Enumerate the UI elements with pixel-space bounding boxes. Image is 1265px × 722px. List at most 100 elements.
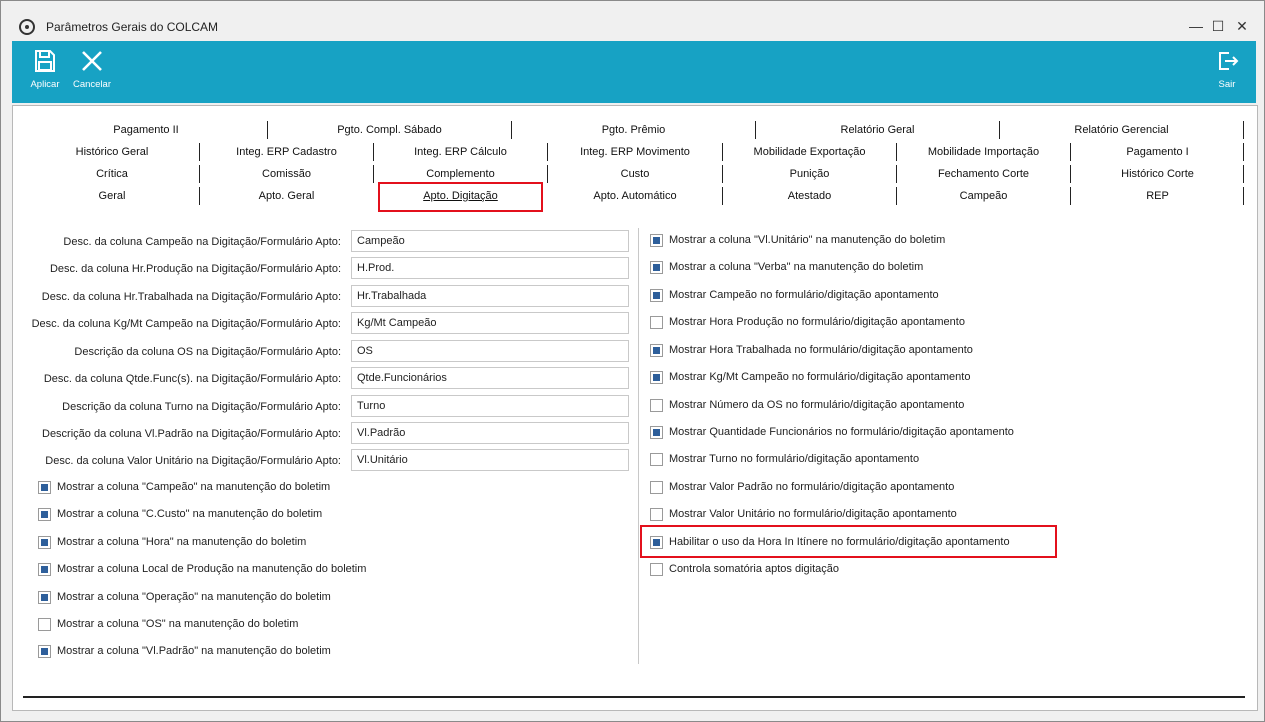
- highlight-box-active-tab: [378, 182, 543, 212]
- exit-button[interactable]: Sair: [1202, 47, 1252, 99]
- checkbox[interactable]: [650, 260, 663, 274]
- tab-punicao[interactable]: Punição: [723, 164, 896, 184]
- checkbox-label: Mostrar a coluna "C.Custo" na manutenção…: [57, 508, 323, 521]
- checkbox-row[interactable]: Mostrar Hora Produção no formulário/digi…: [650, 315, 965, 331]
- checkbox[interactable]: [650, 398, 663, 412]
- checkbox-row[interactable]: Mostrar a coluna "Hora" na manutenção do…: [38, 535, 306, 551]
- checkbox-row[interactable]: Mostrar Número da OS no formulário/digit…: [650, 398, 964, 414]
- tab-historico-geral[interactable]: Histórico Geral: [25, 142, 199, 162]
- qtde-func-desc-input[interactable]: [351, 367, 629, 389]
- turno-desc-input[interactable]: [351, 395, 629, 417]
- checkbox-row[interactable]: Mostrar Quantidade Funcionários no formu…: [650, 425, 1014, 441]
- field-label-os: Descrição da coluna OS na Digitação/Form…: [74, 346, 341, 358]
- checkbox-row[interactable]: Mostrar Hora Trabalhada no formulário/di…: [650, 343, 973, 359]
- tab-apto-automatico[interactable]: Apto. Automático: [548, 186, 722, 206]
- tab-pagamento-i[interactable]: Pagamento I: [1071, 142, 1244, 162]
- checkbox[interactable]: [650, 425, 663, 439]
- exit-icon: [1219, 52, 1239, 70]
- checkbox-row[interactable]: Controla somatória aptos digitação: [650, 562, 839, 578]
- checkbox[interactable]: [38, 590, 51, 604]
- checkbox-label: Mostrar a coluna "Hora" na manutenção do…: [57, 536, 307, 549]
- tab-mobilidade-exportacao[interactable]: Mobilidade Exportação: [723, 142, 896, 162]
- tab-atestado[interactable]: Atestado: [723, 186, 896, 206]
- field-label-qtde-func: Desc. da coluna Qtde.Func(s). na Digitaç…: [43, 373, 341, 385]
- checkbox-label: Mostrar Turno no formulário/digitação ap…: [669, 453, 920, 466]
- os-desc-input[interactable]: [351, 340, 629, 362]
- checkbox-row[interactable]: Mostrar Valor Unitário no formulário/dig…: [650, 507, 957, 523]
- checkbox[interactable]: [650, 315, 663, 329]
- checkbox-row[interactable]: Mostrar a coluna "C.Custo" na manutenção…: [38, 507, 322, 523]
- checkbox[interactable]: [650, 507, 663, 521]
- checkbox-label: Mostrar a coluna Local de Produção na ma…: [57, 563, 367, 576]
- checkbox-row[interactable]: Mostrar a coluna "Vl.Unitário" na manute…: [650, 233, 945, 249]
- checkbox-row[interactable]: Mostrar a coluna "Campeão" na manutenção…: [38, 480, 330, 496]
- tab-historico-corte[interactable]: Histórico Corte: [1071, 164, 1244, 184]
- checkbox[interactable]: [650, 480, 663, 494]
- checkbox-row[interactable]: Mostrar a coluna "Operação" na manutençã…: [38, 590, 331, 606]
- tab-campeao[interactable]: Campeão: [897, 186, 1070, 206]
- vl-padrao-desc-input[interactable]: [351, 422, 629, 444]
- cancel-button[interactable]: Cancelar: [67, 47, 117, 99]
- checkbox-label: Mostrar Kg/Mt Campeão no formulário/digi…: [669, 371, 971, 384]
- valor-unitario-desc-input[interactable]: [351, 449, 629, 471]
- cancel-label: Cancelar: [72, 79, 112, 90]
- checkbox[interactable]: [38, 507, 51, 521]
- checkbox[interactable]: [650, 233, 663, 247]
- checkbox[interactable]: [650, 562, 663, 576]
- checkbox-label: Mostrar Número da OS no formulário/digit…: [669, 399, 965, 412]
- checkbox-label: Mostrar Valor Unitário no formulário/dig…: [669, 508, 957, 521]
- checkbox-row[interactable]: Mostrar Valor Padrão no formulário/digit…: [650, 480, 954, 496]
- field-label-hr-producao: Desc. da coluna Hr.Produção na Digitação…: [49, 263, 341, 275]
- column-divider: [638, 228, 639, 664]
- tab-complemento[interactable]: Complemento: [374, 164, 547, 184]
- tab-custo[interactable]: Custo: [548, 164, 722, 184]
- checkbox-row[interactable]: Mostrar Campeão no formulário/digitação …: [650, 288, 939, 304]
- tab-integ-erp-movimento[interactable]: Integ. ERP Movimento: [548, 142, 722, 162]
- checkbox-row[interactable]: Mostrar a coluna "OS" na manutenção do b…: [38, 617, 298, 633]
- tab-critica[interactable]: Crítica: [25, 164, 199, 184]
- checkbox[interactable]: [38, 535, 51, 549]
- apply-button[interactable]: Aplicar: [20, 47, 70, 99]
- tab-fechamento-corte[interactable]: Fechamento Corte: [897, 164, 1070, 184]
- checkbox-label: Mostrar a coluna "Operação" na manutençã…: [57, 591, 331, 604]
- tab-geral[interactable]: Geral: [25, 186, 199, 206]
- checkbox-label: Mostrar a coluna "Vl.Padrão" na manutenç…: [57, 645, 331, 658]
- title-bar: Parâmetros Gerais do COLCAM — ☐ ✕: [1, 1, 1264, 41]
- checkbox-row[interactable]: Mostrar a coluna "Vl.Padrão" na manutenç…: [38, 644, 331, 660]
- checkbox-label: Mostrar Hora Produção no formulário/digi…: [669, 316, 965, 329]
- tab-integ-erp-calculo[interactable]: Integ. ERP Cálculo: [374, 142, 547, 162]
- tab-pgto-premio[interactable]: Pgto. Prêmio: [512, 120, 755, 140]
- checkbox-row[interactable]: Mostrar Turno no formulário/digitação ap…: [650, 452, 919, 468]
- tab-pagamento-ii[interactable]: Pagamento II: [25, 120, 267, 140]
- tab-comissao[interactable]: Comissão: [200, 164, 373, 184]
- tab-apto-geral[interactable]: Apto. Geral: [200, 186, 373, 206]
- checkbox[interactable]: [38, 480, 51, 494]
- checkbox-row[interactable]: Mostrar a coluna Local de Produção na ma…: [38, 562, 366, 578]
- checkbox[interactable]: [650, 452, 663, 466]
- field-label-vl-padrao: Descrição da coluna Vl.Padrão na Digitaç…: [42, 428, 341, 440]
- hr-producao-desc-input[interactable]: [351, 257, 629, 279]
- checkbox[interactable]: [38, 644, 51, 658]
- tab-relatorio-gerencial[interactable]: Relatório Gerencial: [1000, 120, 1243, 140]
- close-button[interactable]: ✕: [1233, 17, 1251, 35]
- tab-mobilidade-importacao[interactable]: Mobilidade Importação: [897, 142, 1070, 162]
- checkbox-row[interactable]: Mostrar a coluna "Verba" na manutenção d…: [650, 260, 923, 276]
- kg-mt-desc-input[interactable]: [351, 312, 629, 334]
- toolbar: Aplicar Cancelar Sair: [12, 41, 1256, 103]
- hr-trabalhada-desc-input[interactable]: [351, 285, 629, 307]
- checkbox[interactable]: [650, 370, 663, 384]
- checkbox-row[interactable]: Mostrar Kg/Mt Campeão no formulário/digi…: [650, 370, 970, 386]
- tab-relatorio-geral[interactable]: Relatório Geral: [756, 120, 999, 140]
- checkbox[interactable]: [38, 617, 51, 631]
- campeao-desc-input[interactable]: [351, 230, 629, 252]
- checkbox[interactable]: [650, 288, 663, 302]
- checkbox[interactable]: [650, 343, 663, 357]
- tab-pgto-compl-sabado[interactable]: Pgto. Compl. Sábado: [268, 120, 511, 140]
- tab-separator: [1243, 143, 1244, 161]
- minimize-button[interactable]: —: [1187, 17, 1205, 35]
- maximize-button[interactable]: ☐: [1209, 17, 1227, 35]
- tab-rep[interactable]: REP: [1071, 186, 1244, 206]
- tab-integ-erp-cadastro[interactable]: Integ. ERP Cadastro: [200, 142, 373, 162]
- checkbox[interactable]: [38, 562, 51, 576]
- content-panel: Pagamento II Pgto. Compl. Sábado Pgto. P…: [12, 105, 1258, 711]
